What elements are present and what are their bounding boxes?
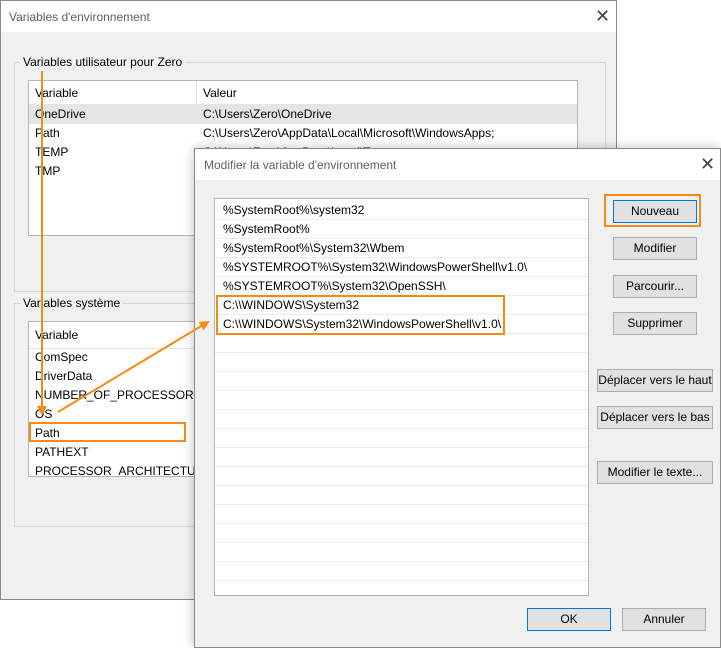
browse-button[interactable]: Parcourir...	[613, 275, 697, 298]
variable-name: ComSpec	[35, 350, 88, 364]
edit-environment-variable-dialog: Modifier la variable d'environnement ✕ %…	[194, 148, 721, 648]
empty-row[interactable]	[215, 562, 588, 581]
move-up-button[interactable]: Déplacer vers le haut	[597, 369, 713, 392]
move-down-button[interactable]: Déplacer vers le bas	[597, 406, 713, 429]
close-icon[interactable]: ✕	[700, 155, 715, 173]
empty-row[interactable]	[215, 410, 588, 429]
new-button[interactable]: Nouveau	[613, 200, 697, 223]
variable-name: TEMP	[35, 145, 69, 159]
path-entry-text: %SystemRoot%\system32	[223, 203, 365, 217]
empty-row[interactable]	[215, 391, 588, 410]
empty-row[interactable]	[215, 334, 588, 353]
edit-button[interactable]: Modifier	[613, 237, 697, 260]
empty-row[interactable]	[215, 467, 588, 486]
edit-text-button[interactable]: Modifier le texte...	[597, 461, 713, 484]
empty-row[interactable]	[215, 486, 588, 505]
list-item[interactable]: C:\\WINDOWS\System32	[215, 296, 588, 315]
empty-row[interactable]	[215, 448, 588, 467]
list-item[interactable]: OneDrive C:\Users\Zero\OneDrive	[29, 105, 577, 124]
variable-name: PATHEXT	[35, 445, 89, 459]
window-title: Variables d'environnement	[9, 10, 150, 24]
empty-row[interactable]	[215, 429, 588, 448]
path-entries-list[interactable]: %SystemRoot%\system32 %SystemRoot% %Syst…	[214, 198, 589, 596]
path-entry-text: C:\\WINDOWS\System32	[223, 298, 360, 312]
path-entry-text: %SystemRoot%	[223, 222, 310, 236]
path-entry-text: C:\\WINDOWS\System32\WindowsPowerShell\v…	[223, 317, 502, 331]
path-entry-text: %SYSTEMROOT%\System32\WindowsPowerShell\…	[223, 260, 528, 274]
empty-row[interactable]	[215, 543, 588, 562]
variable-name: NUMBER_OF_PROCESSORS	[35, 388, 202, 402]
variable-name: OneDrive	[35, 107, 86, 121]
user-variables-label: Variables utilisateur pour Zero	[20, 55, 186, 69]
path-entry-text: %SYSTEMROOT%\System32\OpenSSH\	[223, 279, 446, 293]
title-bar: Modifier la variable d'environnement ✕	[195, 149, 720, 180]
empty-row[interactable]	[215, 372, 588, 391]
ok-button[interactable]: OK	[527, 608, 611, 631]
close-icon[interactable]: ✕	[595, 7, 610, 25]
column-header-value[interactable]: Valeur	[203, 86, 237, 100]
variable-name: DriverData	[35, 369, 93, 383]
list-item[interactable]: %SystemRoot%\system32	[215, 201, 588, 220]
system-variables-label: Variables système	[20, 296, 124, 310]
list-item[interactable]: %SystemRoot%	[215, 220, 588, 239]
variable-value: C:\Users\Zero\OneDrive	[203, 107, 332, 121]
path-entry-text: %SystemRoot%\System32\Wbem	[223, 241, 405, 255]
delete-button[interactable]: Supprimer	[613, 312, 697, 335]
list-item[interactable]: %SYSTEMROOT%\System32\OpenSSH\	[215, 277, 588, 296]
cancel-button[interactable]: Annuler	[622, 608, 706, 631]
list-header: Variable Valeur	[29, 81, 577, 105]
empty-row[interactable]	[215, 524, 588, 543]
empty-row[interactable]	[215, 353, 588, 372]
list-item[interactable]: %SYSTEMROOT%\System32\WindowsPowerShell\…	[215, 258, 588, 277]
dialog-title: Modifier la variable d'environnement	[204, 158, 397, 172]
variable-value: C:\Users\Zero\AppData\Local\Microsoft\Wi…	[203, 126, 495, 140]
variable-name: OS	[35, 407, 53, 421]
variable-name: Path	[35, 126, 60, 140]
variable-name: Path	[35, 426, 60, 440]
list-item[interactable]: C:\\WINDOWS\System32\WindowsPowerShell\v…	[215, 315, 588, 334]
list-item[interactable]: %SystemRoot%\System32\Wbem	[215, 239, 588, 258]
variable-name: TMP	[35, 164, 61, 178]
column-header-variable[interactable]: Variable	[35, 328, 78, 342]
column-divider	[196, 81, 197, 104]
empty-row[interactable]	[215, 505, 588, 524]
column-header-variable[interactable]: Variable	[35, 86, 78, 100]
title-bar: Variables d'environnement ✕	[1, 1, 616, 32]
empty-row[interactable]	[215, 581, 588, 595]
variable-name: PROCESSOR_ARCHITECTURE	[35, 464, 213, 477]
list-item[interactable]: Path C:\Users\Zero\AppData\Local\Microso…	[29, 124, 577, 143]
